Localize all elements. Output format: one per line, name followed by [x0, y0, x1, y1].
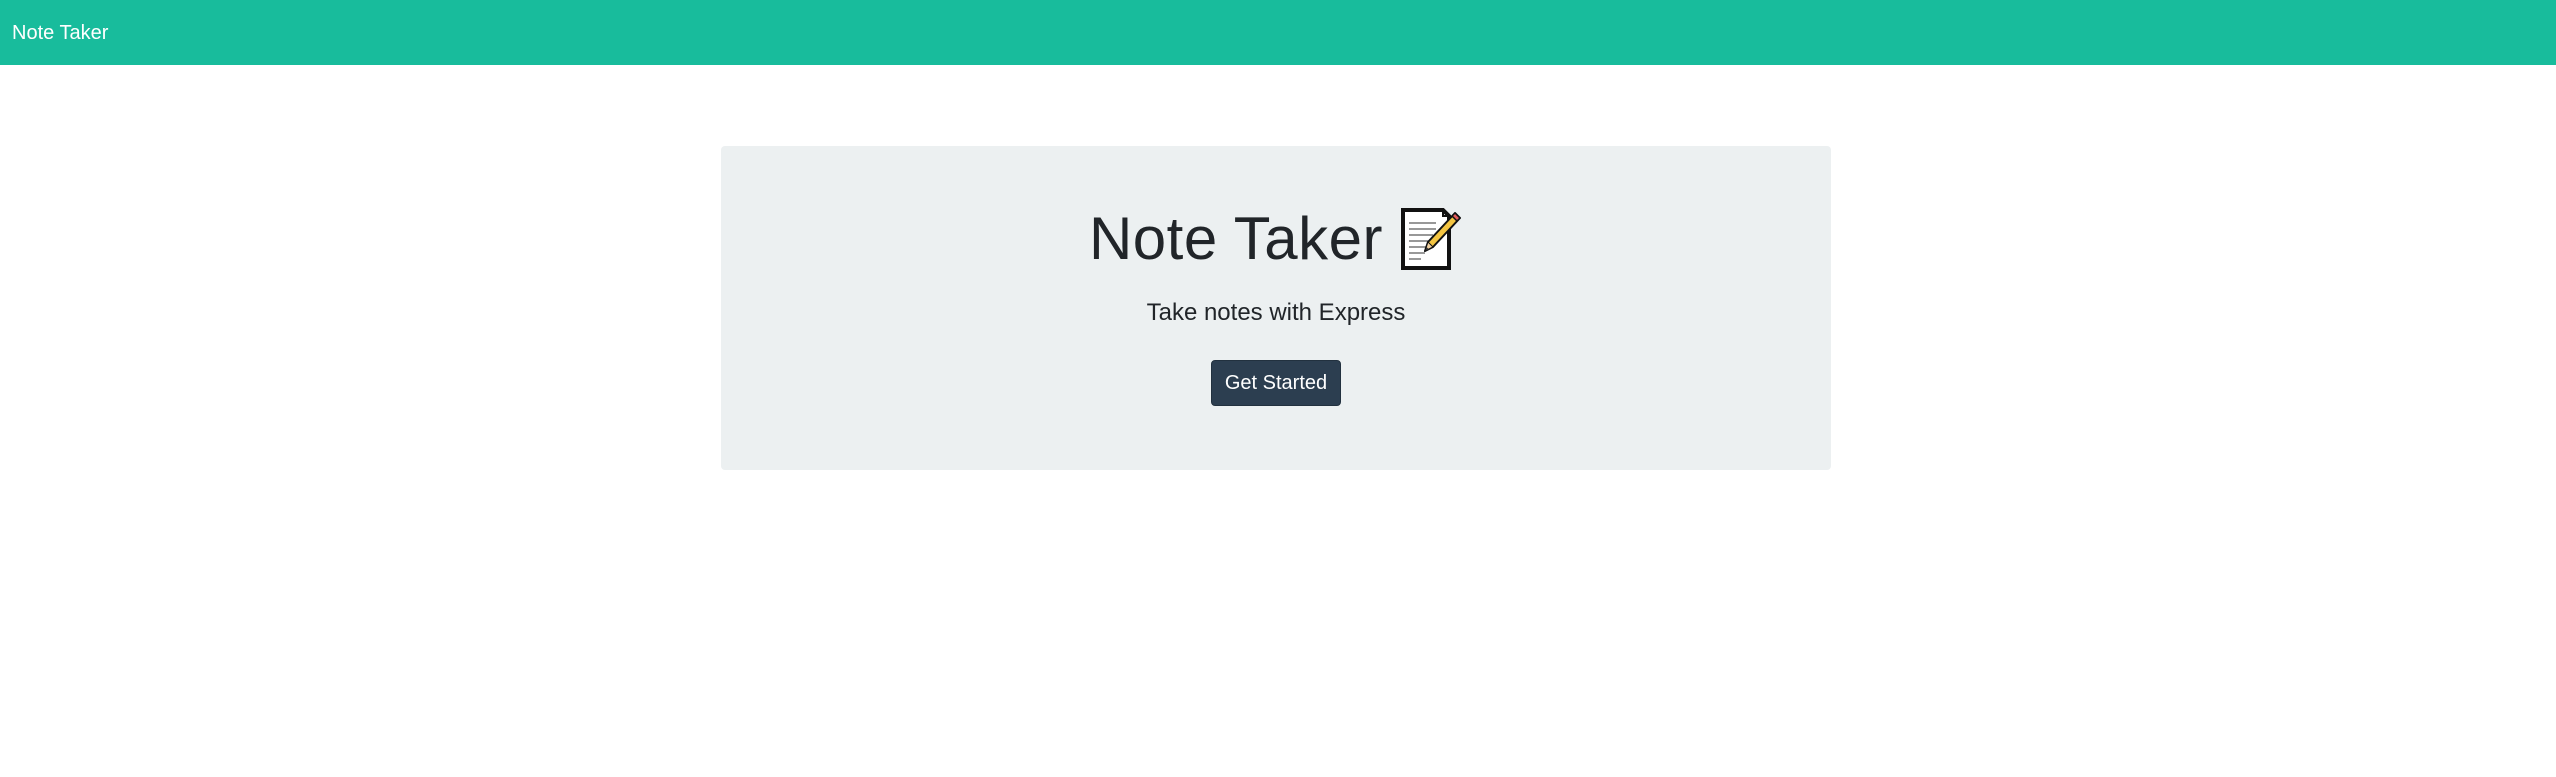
- hero-title-row: Note Taker: [721, 206, 1831, 272]
- hero-subtitle: Take notes with Express: [1146, 299, 1406, 326]
- memo-icon: [1397, 206, 1463, 272]
- get-started-button[interactable]: Get Started: [1211, 360, 1341, 406]
- top-navbar: Note Taker: [0, 0, 2556, 65]
- cta-wrapper: Get Started: [721, 360, 1831, 406]
- hero-jumbotron: Note Taker Take notes with Express Get S…: [721, 146, 1831, 470]
- navbar-brand-link[interactable]: Note Taker: [12, 23, 108, 43]
- page-title: Note Taker: [1088, 205, 1384, 272]
